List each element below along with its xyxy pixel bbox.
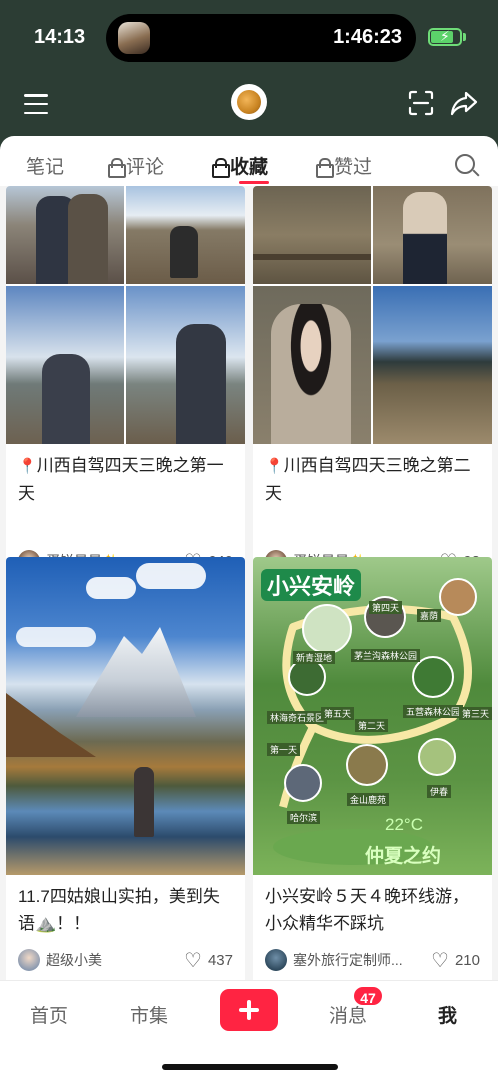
active-tab-indicator xyxy=(239,181,269,184)
note-footer: 塞外旅行定制师... ♡ 210 xyxy=(265,947,480,973)
map-label: 第四天 xyxy=(369,601,403,614)
map-label: 林海奇石景区 xyxy=(267,711,328,724)
note-cover-image xyxy=(253,186,492,444)
map-label: 第三天 xyxy=(459,707,492,720)
map-label: 五营森林公园 xyxy=(403,705,464,718)
map-label: 第二天 xyxy=(355,719,389,732)
profile-tabs: 笔记 评论 收藏 赞过 xyxy=(0,136,498,186)
lock-icon xyxy=(212,157,230,178)
create-post-button[interactable] xyxy=(220,989,278,1031)
note-title: 📍川西自驾四天三晚之第一天 xyxy=(6,444,245,507)
note-title: 小兴安岭５天４晚环线游，小众精华不踩坑 xyxy=(265,887,469,933)
search-icon[interactable] xyxy=(455,154,475,174)
map-label: 新青湿地 xyxy=(293,651,336,664)
note-cover-image xyxy=(6,186,245,444)
share-icon[interactable] xyxy=(450,90,478,116)
note-cover-image: 小兴安岭 第四天 嘉荫 新青湿地 茅兰沟森林公园 林海奇石景区 第五天 第二天 … xyxy=(253,557,492,875)
status-time: 14:13 xyxy=(34,26,86,48)
note-title: 11.7四姑娘山实拍，美到失语⛰️！！ xyxy=(18,887,220,933)
author-name[interactable]: 超级小美 xyxy=(46,950,184,970)
battery-tip xyxy=(463,33,466,41)
tab-favorites[interactable]: 收藏 xyxy=(212,152,268,179)
like-count: 437 xyxy=(207,951,233,969)
map-label: 金山鹿苑 xyxy=(347,793,390,806)
charging-bolt-icon: ⚡ xyxy=(440,28,450,44)
author-name[interactable]: 塞外旅行定制师... xyxy=(293,950,431,970)
heart-icon[interactable]: ♡ xyxy=(431,948,449,973)
tab-label: 赞过 xyxy=(334,157,373,178)
tabbar-me[interactable]: 我 xyxy=(438,1001,457,1028)
note-cover-image xyxy=(6,557,245,875)
location-pin-icon: 📍 xyxy=(18,458,37,475)
location-pin-icon: 📍 xyxy=(265,458,284,475)
author-avatar[interactable] xyxy=(265,949,287,971)
status-bar: 14:13 1:46:23 ⚡ xyxy=(0,0,498,76)
map-label: 哈尔滨 xyxy=(287,811,321,824)
note-card[interactable]: 小兴安岭 第四天 嘉荫 新青湿地 茅兰沟森林公园 林海奇石景区 第五天 第二天 … xyxy=(253,557,492,987)
note-footer: 超级小美 ♡ 437 xyxy=(18,947,233,973)
profile-avatar[interactable] xyxy=(231,84,267,120)
note-title: 📍川西自驾四天三晚之第二天 xyxy=(253,444,492,507)
tabbar-home[interactable]: 首页 xyxy=(30,1001,68,1028)
messages-badge: 47 xyxy=(352,985,384,1007)
author-avatar[interactable] xyxy=(18,949,40,971)
map-heading: 小兴安岭 xyxy=(261,569,362,601)
map-label: 伊春 xyxy=(427,785,452,798)
map-label: 茅兰沟森林公园 xyxy=(351,649,421,662)
map-temperature: 22°C xyxy=(385,815,423,834)
profile-content: 笔记 评论 收藏 赞过 📍川西自驾四天三晚之第一天 📍川西自驾四天三晚之第二天 … xyxy=(0,136,498,1080)
live-activity-timer: 1:46:23 xyxy=(333,26,402,48)
tabbar-market[interactable]: 市集 xyxy=(130,1001,168,1028)
tab-label: 评论 xyxy=(126,157,165,178)
like-count: 210 xyxy=(454,951,480,969)
heart-icon[interactable]: ♡ xyxy=(184,948,202,973)
map-label: 嘉荫 xyxy=(417,609,442,622)
note-title-text: 川西自驾四天三晚之第一天 xyxy=(18,456,224,503)
note-title-text: 川西自驾四天三晚之第二天 xyxy=(265,456,471,503)
dynamic-island[interactable]: 1:46:23 xyxy=(106,14,416,62)
map-label: 第五天 xyxy=(321,707,355,720)
tab-label: 笔记 xyxy=(26,157,65,178)
map-slogan: 仲夏之约 xyxy=(365,846,442,867)
note-card[interactable]: 📍川西自驾四天三晚之第一天 蛋饼星星✨ ♡ 640 xyxy=(6,186,245,586)
hamburger-menu-icon[interactable] xyxy=(24,94,48,114)
tab-comments[interactable]: 评论 xyxy=(108,152,164,179)
tab-liked[interactable]: 赞过 xyxy=(316,152,372,179)
note-card[interactable]: 11.7四姑娘山实拍，美到失语⛰️！！ 超级小美 ♡ 437 xyxy=(6,557,245,987)
lock-icon xyxy=(316,157,334,178)
tab-notes[interactable]: 笔记 xyxy=(26,152,64,179)
live-activity-thumbnail xyxy=(118,22,150,54)
map-label: 第一天 xyxy=(267,743,301,756)
profile-header xyxy=(0,76,498,136)
scan-icon[interactable] xyxy=(408,90,434,116)
note-card[interactable]: 📍川西自驾四天三晚之第二天 蛋饼星星✨ ♡ 92 xyxy=(253,186,492,586)
home-indicator xyxy=(162,1064,338,1070)
tab-label: 收藏 xyxy=(230,157,269,178)
lock-icon xyxy=(108,157,126,178)
